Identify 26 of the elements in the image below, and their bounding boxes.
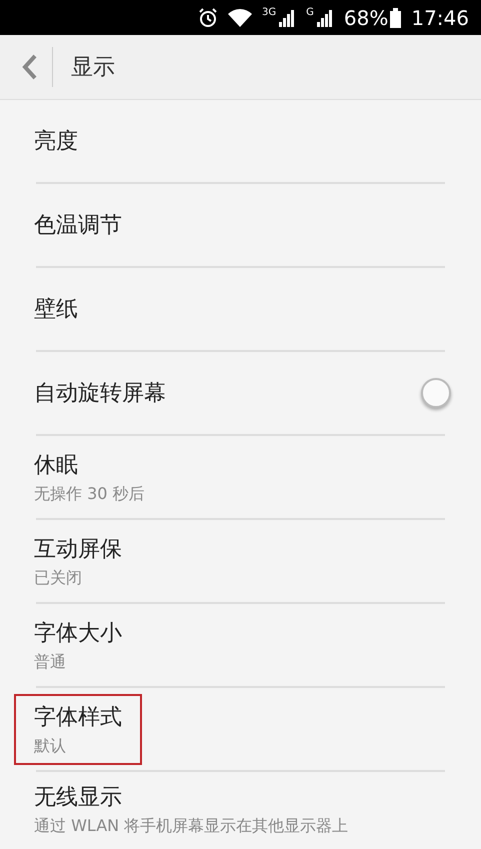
- screen-title: 显示: [71, 54, 115, 82]
- setting-title[interactable]: 自动旋转屏幕: [34, 378, 166, 408]
- setting-title[interactable]: 壁纸: [34, 294, 78, 324]
- setting-subtitle: 无操作 30 秒后: [34, 484, 145, 504]
- signal-icon: [278, 8, 296, 26]
- setting-subtitle: 已关闭: [34, 568, 83, 588]
- wifi-icon: [228, 8, 252, 26]
- toggle-switch[interactable]: [421, 378, 451, 408]
- clock-time: 17:46: [411, 6, 469, 30]
- setting-subtitle: 普通: [34, 652, 67, 672]
- setting-title[interactable]: 亮度: [34, 126, 78, 156]
- battery-percent: 68%: [344, 6, 388, 30]
- setting-title[interactable]: 字体样式: [34, 702, 122, 732]
- setting-title[interactable]: 无线显示: [34, 782, 348, 812]
- setting-title[interactable]: 互动屏保: [34, 534, 122, 564]
- network-type: G: [306, 7, 314, 18]
- setting-title[interactable]: 色温调节: [34, 210, 122, 240]
- setting-subtitle: 默认: [34, 736, 67, 756]
- alarm-clock-icon: [198, 8, 218, 28]
- setting-subtitle: 通过 WLAN 将手机屏幕显示在其他显示器上: [34, 816, 348, 837]
- back-chevron-icon: [22, 54, 38, 80]
- network-type: 3G: [262, 7, 276, 18]
- setting-title[interactable]: 字体大小: [34, 618, 122, 648]
- signal-icon: [316, 8, 334, 26]
- battery-icon: [390, 8, 402, 28]
- setting-title[interactable]: 休眠: [34, 450, 145, 480]
